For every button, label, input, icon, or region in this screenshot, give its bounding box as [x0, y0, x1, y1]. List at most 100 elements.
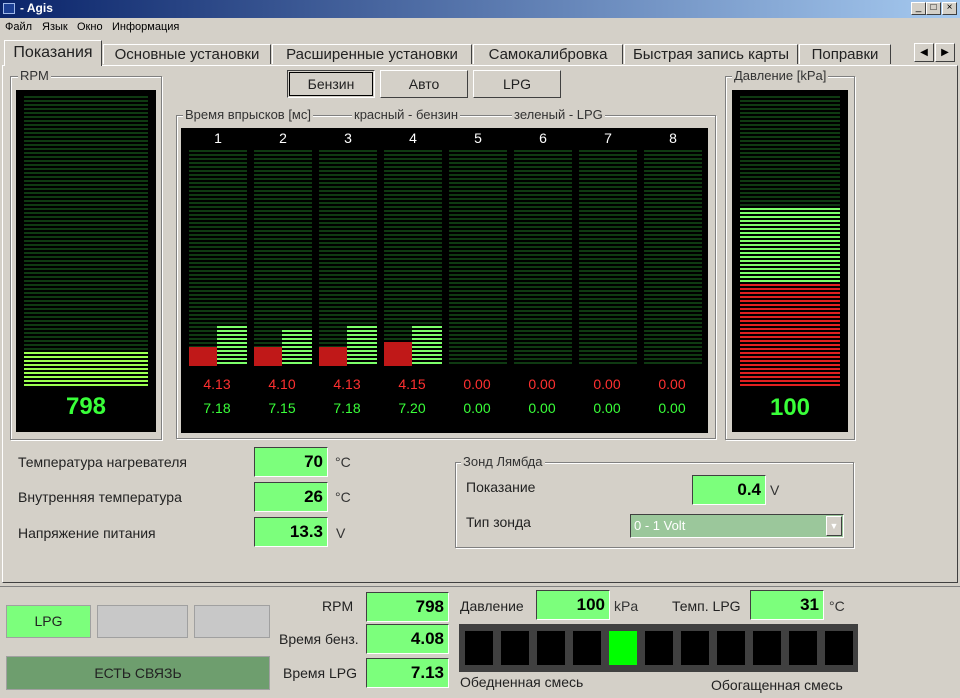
lpg-injection-bar	[217, 338, 247, 340]
injection-bg-segment-unlit	[579, 150, 637, 152]
tab-corrections[interactable]: Поправки	[799, 44, 891, 64]
lpg-injection-bar	[347, 362, 377, 364]
injection-bg-segment-unlit	[579, 194, 637, 196]
injection-bg-segment-unlit	[384, 318, 442, 320]
tab-basic-settings[interactable]: Основные установки	[103, 44, 271, 64]
injection-bg-segment-unlit	[514, 338, 572, 340]
tab-readings[interactable]: Показания	[4, 40, 102, 66]
injection-bg-segment-unlit	[384, 162, 442, 164]
injection-bg-segment-unlit	[514, 358, 572, 360]
menu-info[interactable]: Информация	[112, 21, 179, 33]
petrol-time-value: 0.00	[528, 376, 556, 392]
close-button[interactable]: ×	[942, 2, 957, 15]
pressure-bar-segment-unlit	[740, 100, 840, 102]
injection-bg-segment-unlit	[189, 186, 247, 188]
injection-bg-segment-unlit	[514, 330, 572, 332]
injection-bg-segment-unlit	[514, 282, 572, 284]
pressure-bar-segment-green	[740, 216, 840, 218]
rpm-bar-segment-lit	[24, 384, 148, 386]
injection-bg-segment-unlit	[579, 178, 637, 180]
injection-bg-segment-unlit	[189, 274, 247, 276]
tab-scroll-left-button[interactable]: ◀	[914, 43, 934, 62]
injection-bg-segment-unlit	[579, 166, 637, 168]
injection-bg-segment-unlit	[384, 250, 442, 252]
injection-bg-segment-unlit	[384, 170, 442, 172]
injection-bg-segment-unlit	[579, 234, 637, 236]
injection-bg-segment-unlit	[514, 186, 572, 188]
injection-bg-segment-unlit	[514, 198, 572, 200]
injection-bg-segment-unlit	[514, 214, 572, 216]
lambda-type-select[interactable]: 0 - 1 Volt ▼	[630, 514, 844, 538]
auto-mode-button[interactable]: Авто	[380, 70, 468, 98]
menu-language[interactable]: Язык	[42, 21, 68, 33]
rpm-value: 798	[65, 393, 107, 420]
pressure-bar-segment-unlit	[740, 168, 840, 170]
injection-bg-segment-unlit	[189, 258, 247, 260]
petrol-injection-bar	[189, 347, 217, 366]
lpg-temp-label: Темп. LPG	[672, 598, 741, 614]
lpg-injection-bar	[347, 354, 377, 356]
injection-bg-segment-unlit	[514, 154, 572, 156]
tab-quick-map[interactable]: Быстрая запись карты	[624, 44, 798, 64]
injection-bg-segment-unlit	[644, 258, 702, 260]
tab-scroll-right-button[interactable]: ▶	[935, 43, 955, 62]
lpg-injection-bar	[347, 338, 377, 340]
minimize-button[interactable]: _	[911, 2, 926, 15]
injection-bg-segment-unlit	[449, 162, 507, 164]
menu-window[interactable]: Окно	[77, 21, 103, 33]
lpg-mode-button[interactable]: LPG	[473, 70, 561, 98]
injection-bg-segment-unlit	[384, 218, 442, 220]
injection-bg-segment-unlit	[384, 194, 442, 196]
injection-bg-segment-unlit	[579, 182, 637, 184]
rpm-bar-segment-unlit	[24, 96, 148, 98]
injection-bg-segment-unlit	[254, 158, 312, 160]
rpm-bar-segment-unlit	[24, 204, 148, 206]
pressure-bar-segment-red	[740, 312, 840, 314]
injection-bg-segment-unlit	[579, 286, 637, 288]
injection-bg-segment-unlit	[579, 338, 637, 340]
menu-file[interactable]: Файл	[5, 21, 32, 33]
injection-bg-segment-unlit	[449, 214, 507, 216]
injection-bg-segment-unlit	[189, 294, 247, 296]
injection-bg-segment-unlit	[449, 274, 507, 276]
injection-bg-segment-unlit	[579, 186, 637, 188]
tab-autocalibration[interactable]: Самокалибровка	[473, 44, 623, 64]
injection-bg-segment-unlit	[449, 230, 507, 232]
injection-bg-segment-unlit	[384, 262, 442, 264]
injection-bg-segment-unlit	[254, 226, 312, 228]
injection-display: 1 4.13 7.18 2 4.10 7.15 3 4.13 7.18 4 4.15 7.20 5 0.0…	[181, 128, 708, 433]
chevron-down-icon[interactable]: ▼	[826, 516, 842, 536]
injection-bg-segment-unlit	[644, 186, 702, 188]
injection-bg-segment-unlit	[319, 210, 377, 212]
injection-bg-segment-unlit	[644, 210, 702, 212]
rpm-bar-segment-unlit	[24, 328, 148, 330]
injection-bg-segment-unlit	[579, 274, 637, 276]
injection-bg-segment-unlit	[384, 174, 442, 176]
injection-bg-segment-unlit	[384, 270, 442, 272]
pressure-bar-segment-red	[740, 300, 840, 302]
lpg-injection-bar	[347, 330, 377, 332]
injection-bg-segment-unlit	[254, 282, 312, 284]
injection-bg-segment-unlit	[514, 290, 572, 292]
injection-bg-segment-unlit	[579, 278, 637, 280]
injection-bg-segment-unlit	[644, 358, 702, 360]
injection-bg-segment-unlit	[254, 306, 312, 308]
pressure-group-label: Давление [kPa]	[732, 68, 829, 83]
injection-bg-segment-unlit	[189, 202, 247, 204]
injection-bg-segment-unlit	[644, 326, 702, 328]
mixture-segment	[643, 629, 675, 667]
pressure-bar-segment-red	[740, 324, 840, 326]
pressure-bar-segment-red	[740, 360, 840, 362]
lpg-injection-bar	[217, 326, 247, 328]
injection-bg-segment-unlit	[644, 198, 702, 200]
maximize-button[interactable]: □	[926, 2, 941, 15]
injection-bg-segment-unlit	[189, 230, 247, 232]
injection-bg-segment-unlit	[384, 266, 442, 268]
petrol-mode-button[interactable]: Бензин	[287, 70, 375, 98]
rpm-bar-segment-unlit	[24, 256, 148, 258]
tab-advanced-settings[interactable]: Расширенные установки	[272, 44, 472, 64]
pressure-bar-segment-unlit	[740, 164, 840, 166]
pressure-bar-segment-red	[740, 356, 840, 358]
injection-bg-segment-unlit	[384, 246, 442, 248]
indicator-2	[97, 605, 188, 638]
